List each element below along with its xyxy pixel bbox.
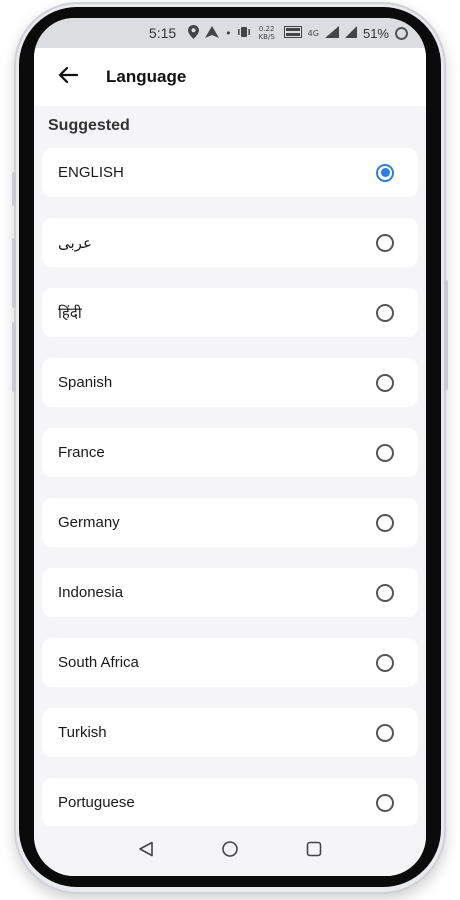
language-label: South Africa: [58, 654, 139, 671]
status-bar: 5:15 • 0.22 KB/S 4G 51%: [34, 18, 426, 48]
square-recents-icon: [306, 841, 322, 861]
location-icon: [188, 24, 200, 42]
dot-icon: •: [225, 26, 232, 40]
language-label: عربى: [58, 234, 92, 252]
radio-unselected-icon[interactable]: [376, 723, 394, 742]
radio-unselected-icon[interactable]: [376, 373, 394, 392]
language-item-spanish[interactable]: Spanish: [42, 358, 418, 407]
language-label: Portuguese: [58, 794, 135, 811]
back-button[interactable]: [46, 55, 90, 99]
nav-back-button[interactable]: [131, 836, 161, 866]
side-button: [12, 172, 16, 206]
system-nav-bar: [34, 826, 426, 876]
radio-selected-icon[interactable]: [376, 163, 394, 182]
nav-home-button[interactable]: [215, 836, 245, 866]
radio-unselected-icon[interactable]: [376, 303, 394, 322]
language-item-english[interactable]: ENGLISH: [42, 148, 418, 197]
language-label: Spanish: [58, 374, 113, 391]
language-item-germany[interactable]: Germany: [42, 498, 418, 547]
radio-unselected-icon[interactable]: [376, 793, 394, 812]
triangle-back-icon: [138, 841, 154, 861]
battery-percent: 51%: [362, 25, 389, 41]
language-item-france[interactable]: France: [42, 428, 418, 477]
language-label: Indonesia: [58, 584, 124, 601]
page-title: Language: [106, 67, 187, 86]
screen: 5:15 • 0.22 KB/S 4G 51% Language Suggest…: [34, 18, 426, 876]
language-item-hindi[interactable]: हिंदी: [42, 288, 418, 337]
language-item-arabic[interactable]: عربى: [42, 218, 418, 267]
language-item-south-africa[interactable]: South Africa: [42, 638, 418, 687]
navigation-icon: [205, 25, 220, 41]
language-label: France: [58, 444, 105, 461]
language-item-portuguese[interactable]: Portuguese: [42, 778, 418, 827]
power-button: [444, 280, 448, 390]
section-label: Suggested: [48, 117, 130, 134]
arrow-left-icon: [58, 66, 79, 88]
network-type: 4G: [307, 28, 319, 38]
net-speed: 0.22 KB/S: [258, 25, 275, 41]
volume-button: [12, 238, 16, 308]
volume-button: [12, 322, 16, 392]
language-label: ENGLISH: [58, 164, 124, 181]
vibrate-icon: [237, 26, 250, 41]
radio-unselected-icon[interactable]: [376, 443, 394, 462]
radio-unselected-icon[interactable]: [376, 513, 394, 532]
nav-recents-button[interactable]: [299, 836, 329, 866]
volte-icon: [283, 25, 302, 41]
language-label: Germany: [58, 514, 120, 531]
battery-icon: [395, 26, 408, 40]
language-label: Turkish: [58, 724, 107, 741]
radio-unselected-icon[interactable]: [376, 653, 394, 672]
language-item-indonesia[interactable]: Indonesia: [42, 568, 418, 617]
radio-unselected-icon[interactable]: [376, 583, 394, 602]
status-time: 5:15: [148, 25, 177, 41]
signal-icon: [344, 25, 357, 41]
signal-icon: [324, 25, 339, 41]
language-item-turkish[interactable]: Turkish: [42, 708, 418, 757]
app-header: Language: [34, 48, 426, 106]
language-label: हिंदी: [58, 304, 82, 322]
phone-mockup: 5:15 • 0.22 KB/S 4G 51% Language Suggest…: [0, 0, 460, 900]
radio-unselected-icon[interactable]: [376, 233, 394, 252]
circle-home-icon: [221, 840, 239, 862]
